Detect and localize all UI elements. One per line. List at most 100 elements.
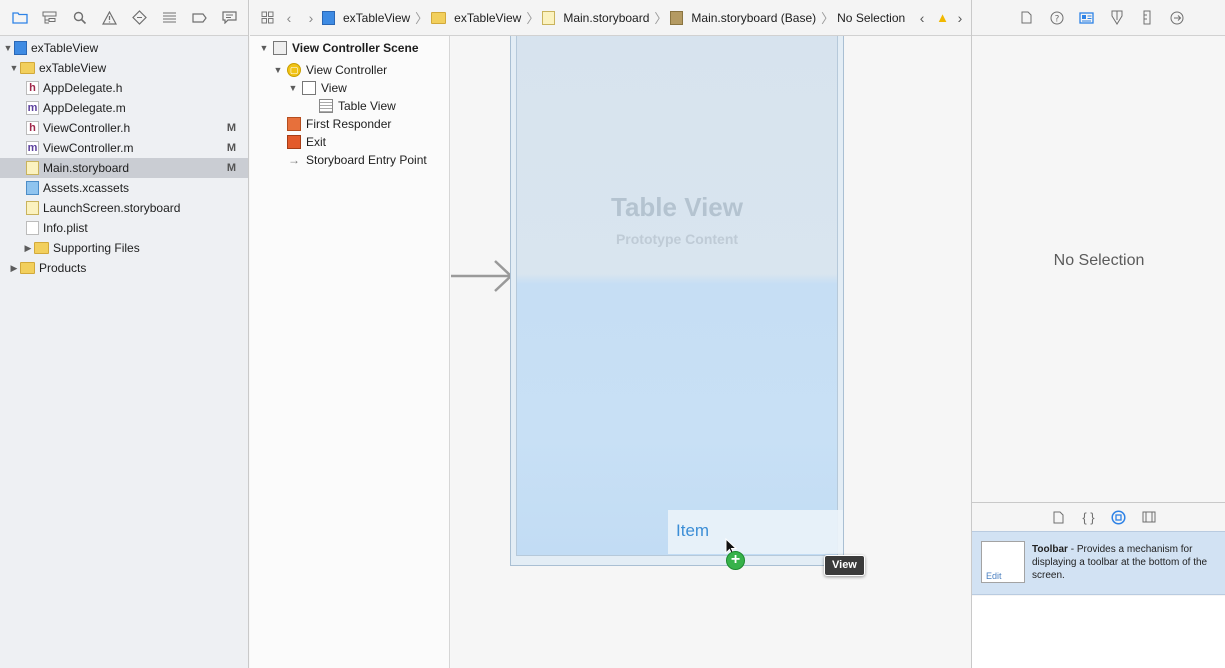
implementation-file-icon: m	[26, 101, 39, 115]
size-inspector-icon[interactable]	[1133, 6, 1160, 30]
disclosure-open-icon[interactable]: ▼	[272, 65, 284, 75]
entry-point-arrow-icon: →	[288, 153, 300, 167]
previous-issue-chevron-icon[interactable]: ‹	[911, 8, 933, 28]
outline-item-table-view[interactable]: Table View	[250, 97, 449, 115]
breadcrumb-label: Main.storyboard	[563, 10, 650, 25]
nav-item-launchscreen[interactable]: LaunchScreen.storyboard	[0, 198, 248, 218]
nav-item-appdelegate-m[interactable]: m AppDelegate.m	[0, 98, 248, 118]
nav-item-main-storyboard[interactable]: Main.storyboard M	[0, 158, 248, 178]
related-items-icon[interactable]	[256, 8, 278, 28]
warning-icon[interactable]: ▲	[936, 10, 949, 25]
back-chevron-icon[interactable]: ‹	[278, 8, 300, 28]
breadcrumb-separator-icon: 〉	[415, 11, 429, 26]
test-icon[interactable]	[126, 6, 153, 30]
quick-help-icon[interactable]: ?	[1043, 6, 1070, 30]
navigator-toolbar	[0, 0, 248, 36]
toolbar-thumbnail: Edit	[981, 541, 1025, 583]
outline-item-view-controller[interactable]: ▼ ▢ View Controller	[250, 61, 449, 79]
disclosure-open-icon[interactable]: ▼	[287, 83, 299, 93]
disclosure-open-icon[interactable]: ▼	[258, 43, 270, 53]
disclosure-closed-icon[interactable]: ▶	[22, 243, 34, 254]
library-item-toolbar[interactable]: Edit Toolbar - Provides a mechanism for …	[972, 531, 1225, 595]
view-icon	[302, 81, 316, 95]
outline-item-first-responder[interactable]: First Responder	[250, 115, 449, 133]
breadcrumb-separator-icon: 〉	[821, 11, 835, 26]
folder-icon	[20, 62, 35, 74]
file-template-icon[interactable]	[1045, 505, 1072, 529]
object-library-icon[interactable]	[1105, 505, 1132, 529]
outline-item-view[interactable]: ▼ View	[250, 79, 449, 97]
document-outline: ▼ View Controller Scene ▼ ▢ View Control…	[250, 36, 450, 668]
forward-chevron-icon[interactable]: ›	[300, 8, 322, 28]
drop-target-tag: View	[824, 555, 865, 576]
breadcrumb-project[interactable]: exTableView	[322, 10, 411, 25]
outline-label: First Responder	[306, 117, 392, 131]
storyboard-canvas[interactable]: Table View Prototype Content Item + View	[451, 36, 971, 668]
nav-item-assets[interactable]: Assets.xcassets	[0, 178, 248, 198]
nav-item-label: exTableView	[31, 41, 99, 55]
attributes-inspector-icon[interactable]	[1103, 6, 1130, 30]
nav-item-supporting-files[interactable]: ▶ Supporting Files	[0, 238, 248, 258]
nav-item-label: Products	[39, 261, 87, 275]
view-controller-frame[interactable]: Table View Prototype Content	[510, 36, 844, 566]
breakpoint-icon[interactable]	[186, 6, 213, 30]
modified-badge: M	[226, 142, 236, 154]
warning-icon[interactable]	[96, 6, 123, 30]
breadcrumb-group[interactable]: exTableView	[431, 11, 521, 25]
file-inspector-icon[interactable]	[1013, 6, 1040, 30]
project-icon	[322, 10, 335, 25]
nav-item-viewcontroller-m[interactable]: m ViewController.m M	[0, 138, 248, 158]
nav-item-products[interactable]: ▶ Products	[0, 258, 248, 278]
nav-item-label: Info.plist	[43, 221, 88, 235]
project-icon	[14, 41, 27, 55]
breadcrumb-selection[interactable]: No Selection	[837, 11, 905, 25]
outline-label: Exit	[306, 135, 327, 149]
nav-item-appdelegate-h[interactable]: h AppDelegate.h	[0, 78, 248, 98]
next-issue-chevron-icon[interactable]: ›	[949, 8, 971, 28]
nav-item-project[interactable]: ▼ exTableView	[0, 38, 248, 58]
outline-label: Storyboard Entry Point	[306, 153, 427, 167]
media-library-icon[interactable]	[1135, 505, 1162, 529]
outline-item-exit[interactable]: Exit	[250, 133, 449, 151]
library-item-title: Toolbar	[1032, 544, 1068, 555]
table-view[interactable]: Table View Prototype Content	[516, 36, 838, 556]
nav-item-viewcontroller-h[interactable]: h ViewController.h M	[0, 118, 248, 138]
xcode-window: ▼ exTableView ▼ exTableView h AppDelegat…	[0, 0, 1225, 668]
hierarchy-icon[interactable]	[36, 6, 63, 30]
debug-icon[interactable]	[156, 6, 183, 30]
disclosure-closed-icon[interactable]: ▶	[8, 263, 20, 274]
header-file-icon: h	[26, 81, 39, 95]
storyboard-base-icon	[670, 10, 684, 25]
identity-inspector-icon[interactable]	[1073, 6, 1100, 30]
folder-icon	[20, 262, 35, 274]
search-icon[interactable]	[66, 6, 93, 30]
utilities-pane: ? No Selection { } Edit Toolbar - Provid…	[971, 0, 1225, 668]
plist-file-icon	[26, 221, 39, 235]
table-view-icon	[319, 99, 333, 113]
inspector-body: No Selection	[972, 36, 1225, 502]
disclosure-open-icon[interactable]: ▼	[8, 63, 20, 73]
storyboard-file-icon	[26, 161, 39, 175]
report-icon[interactable]	[216, 6, 243, 30]
connections-inspector-icon[interactable]	[1163, 6, 1190, 30]
folder-icon[interactable]	[6, 6, 33, 30]
breadcrumb-label: exTableView	[343, 10, 411, 25]
nav-item-info-plist[interactable]: Info.plist	[0, 218, 248, 238]
drag-copy-plus-icon: +	[726, 551, 745, 570]
code-snippet-icon[interactable]: { }	[1075, 505, 1102, 529]
storyboard-entry-arrow-icon[interactable]	[451, 258, 515, 294]
outline-item-entry-point[interactable]: → Storyboard Entry Point	[250, 151, 449, 169]
dragged-toolbar-item[interactable]: Item	[668, 510, 843, 554]
view-controller-icon: ▢	[287, 63, 301, 77]
outline-label: View	[321, 81, 347, 95]
edit-link[interactable]: Edit	[986, 571, 1002, 581]
breadcrumb-storyboard[interactable]: Main.storyboard	[542, 10, 650, 25]
breadcrumb-storyboard-base[interactable]: Main.storyboard (Base)	[670, 10, 816, 25]
outline-item-scene[interactable]: ▼ View Controller Scene	[250, 39, 449, 57]
disclosure-open-icon[interactable]: ▼	[2, 43, 14, 53]
svg-text:?: ?	[1054, 14, 1059, 24]
library-list	[972, 596, 1225, 668]
library-item-description: Toolbar - Provides a mechanism for displ…	[1032, 543, 1217, 582]
nav-item-group-extableview[interactable]: ▼ exTableView	[0, 58, 248, 78]
storyboard-file-icon	[542, 10, 556, 25]
